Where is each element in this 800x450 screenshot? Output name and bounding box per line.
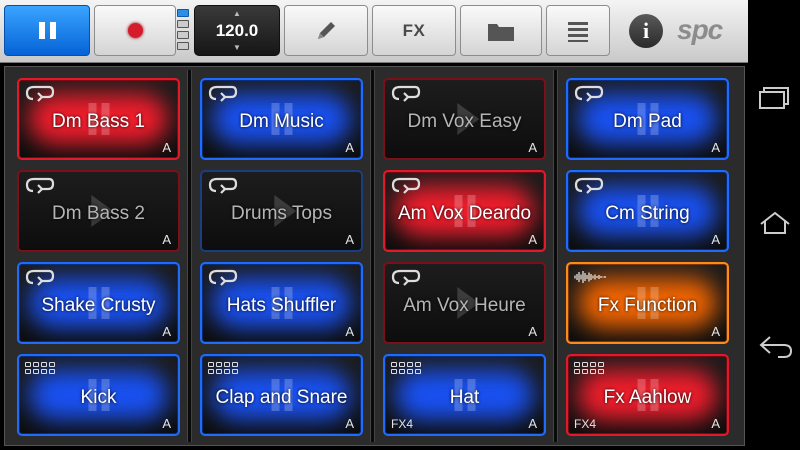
pad[interactable]: Drums Tops A <box>200 170 363 252</box>
info-label: i <box>642 18 650 43</box>
pad[interactable]: Am Vox Deardo A <box>383 170 546 252</box>
loop-icon <box>208 85 238 102</box>
pad-label: Kick <box>80 387 117 408</box>
pad[interactable]: Clap and Snare A <box>200 354 363 436</box>
pad[interactable]: Dm Pad A <box>566 78 729 160</box>
pad-label: Cm String <box>605 203 690 224</box>
pad[interactable]: Dm Bass 2 A <box>17 170 180 252</box>
folder-button[interactable] <box>460 5 542 56</box>
pad-fx-tag: FX4 <box>391 417 414 431</box>
bpm-value: 120.0 <box>215 21 259 40</box>
pad-group-tag: A <box>711 232 720 247</box>
pad-label: Fx Function <box>597 295 698 316</box>
loop-icon <box>208 177 238 194</box>
pad-group-tag: A <box>162 140 171 155</box>
list-button[interactable] <box>546 5 610 56</box>
pad-label: Fx Aahlow <box>603 387 692 408</box>
pad-group-tag: A <box>528 140 537 155</box>
toolbar: ▲ 120.0 ▼ FX i spc <box>0 0 748 63</box>
pad-group-tag: A <box>711 416 720 431</box>
pad-group-tag: A <box>711 140 720 155</box>
pencil-icon <box>318 21 335 39</box>
pad-fx-tag: FX4 <box>574 417 597 431</box>
bpm-up-icon[interactable]: ▲ <box>195 9 279 18</box>
pad-group-tag: A <box>162 232 171 247</box>
pad-label: Dm Vox Easy <box>407 111 522 132</box>
column-divider <box>187 70 192 442</box>
sequencer-grid-icon <box>208 362 238 374</box>
pad-label: Dm Music <box>239 111 324 132</box>
pad-label: Hats Shuffler <box>226 295 337 316</box>
pad-label: Hat <box>449 387 480 408</box>
fx-button[interactable]: FX <box>372 5 456 56</box>
pad-group-tag: A <box>528 232 537 247</box>
sequencer-grid-icon <box>574 362 604 374</box>
column-divider <box>370 70 375 442</box>
pad-label: Clap and Snare <box>215 387 348 408</box>
loop-icon <box>25 177 55 194</box>
back-icon[interactable] <box>758 334 794 360</box>
edit-button[interactable] <box>284 5 368 56</box>
pad-group-tag: A <box>345 232 354 247</box>
folder-icon <box>488 23 514 41</box>
recent-apps-icon[interactable] <box>758 86 792 110</box>
page-indicator[interactable] <box>177 9 189 50</box>
pad[interactable]: Kick A <box>17 354 180 436</box>
pause-button[interactable] <box>4 5 90 56</box>
pad-group-tag: A <box>162 324 171 339</box>
pad[interactable]: Hats Shuffler A <box>200 262 363 344</box>
pad-label: Am Vox Deardo <box>397 203 532 224</box>
loop-icon <box>574 85 604 102</box>
loop-icon <box>391 269 421 286</box>
pad-label: Shake Crusty <box>41 295 156 316</box>
pad-group-tag: A <box>345 416 354 431</box>
pad[interactable]: Am Vox Heure A <box>383 262 546 344</box>
column-divider <box>553 70 558 442</box>
loop-icon <box>391 85 421 102</box>
pad[interactable]: Fx Aahlow A FX4 <box>566 354 729 436</box>
record-button[interactable] <box>94 5 176 56</box>
sequencer-grid-icon <box>391 362 421 374</box>
record-icon <box>127 23 143 38</box>
pad[interactable]: Fx Function A <box>566 262 729 344</box>
pad-group-tag: A <box>345 140 354 155</box>
pad[interactable]: Dm Bass 1 A <box>17 78 180 160</box>
info-icon[interactable]: i <box>629 14 663 48</box>
pause-icon <box>38 22 56 39</box>
waveform-icon <box>574 271 606 283</box>
pad-label: Am Vox Heure <box>403 295 526 316</box>
pad[interactable]: Dm Vox Easy A <box>383 78 546 160</box>
pad[interactable]: Dm Music A <box>200 78 363 160</box>
pad-label: Dm Bass 2 <box>52 203 145 224</box>
system-nav-bar <box>748 0 800 450</box>
pad-label: Drums Tops <box>230 203 332 224</box>
bpm-down-icon[interactable]: ▼ <box>195 43 279 52</box>
sequencer-grid-icon <box>25 362 55 374</box>
brand-logo: spc <box>677 14 723 45</box>
home-icon[interactable] <box>758 210 792 236</box>
pad-group-tag: A <box>345 324 354 339</box>
pad[interactable]: Cm String A <box>566 170 729 252</box>
loop-icon <box>391 177 421 194</box>
pad[interactable]: Shake Crusty A <box>17 262 180 344</box>
bpm-display[interactable]: ▲ 120.0 ▼ <box>194 5 280 56</box>
pad-group-tag: A <box>711 324 720 339</box>
loop-icon <box>25 269 55 286</box>
pad-label: Dm Bass 1 <box>52 111 145 132</box>
pad-group-tag: A <box>162 416 171 431</box>
loop-icon <box>208 269 238 286</box>
pad-group-tag: A <box>528 324 537 339</box>
pad-label: Dm Pad <box>613 111 682 132</box>
loop-icon <box>25 85 55 102</box>
pad[interactable]: Hat A FX4 <box>383 354 546 436</box>
list-icon <box>568 21 588 42</box>
loop-icon <box>574 177 604 194</box>
pad-group-tag: A <box>528 416 537 431</box>
fx-label: FX <box>402 20 426 40</box>
